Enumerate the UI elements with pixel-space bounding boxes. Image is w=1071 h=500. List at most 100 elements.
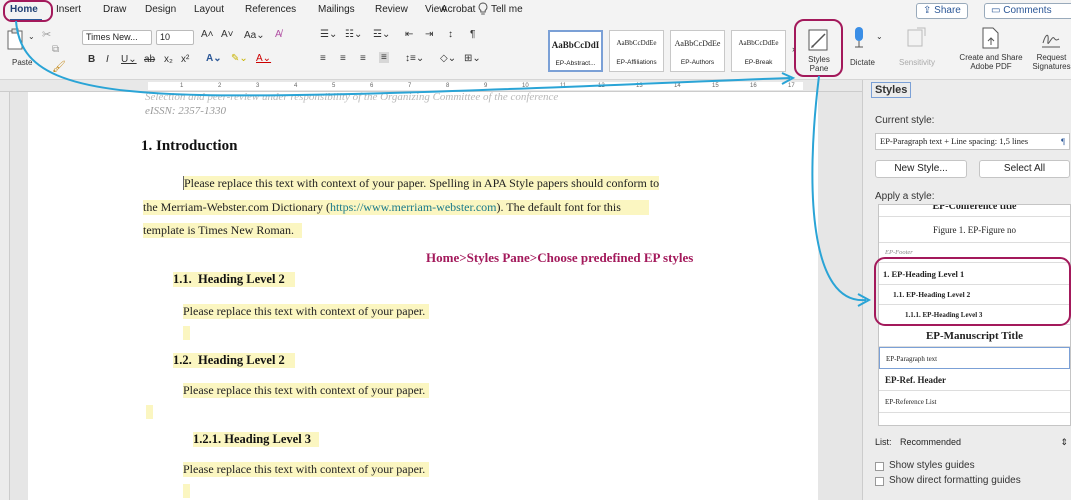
decrease-indent-icon[interactable]: ⇤	[405, 29, 413, 40]
ruler-tick: 8	[446, 83, 450, 89]
dictate-dropdown-chevron-icon[interactable]: ⌄	[876, 32, 883, 41]
format-painter-icon[interactable]: 🖌	[52, 60, 66, 73]
increase-indent-icon[interactable]: ⇥	[425, 29, 433, 40]
vertical-ruler[interactable]	[0, 92, 10, 500]
styles-pane-button[interactable]: Styles Pane	[800, 26, 838, 76]
style-item-manuscript-title[interactable]: EP-Manuscript Title	[879, 325, 1070, 347]
show-styles-guides-checkbox[interactable]	[875, 462, 884, 471]
paste-icon[interactable]	[6, 27, 28, 53]
styles-pane-icon	[808, 29, 828, 51]
instruction-annotation: Home>Styles Pane>Choose predefined EP st…	[426, 250, 694, 265]
tab-tell-me[interactable]: Tell me	[491, 4, 523, 15]
borders-icon[interactable]: ⊞⌄	[464, 53, 481, 64]
style-item-heading-level-1[interactable]: 1. EP-Heading Level 1	[879, 263, 1070, 285]
sensitivity-icon[interactable]	[905, 26, 927, 50]
superscript-icon[interactable]: x²	[181, 54, 189, 65]
style-list[interactable]: EP-Conference title Figure 1. EP-Figure …	[878, 204, 1071, 426]
microphone-icon[interactable]	[852, 26, 866, 50]
tab-references[interactable]: References	[245, 4, 296, 15]
heading-level-3: 1.2.1. Heading Level 3	[193, 432, 320, 447]
multilevel-list-icon[interactable]: ☲⌄	[373, 29, 390, 40]
tab-insert[interactable]: Insert	[56, 4, 81, 15]
sort-icon[interactable]: ↕	[448, 29, 453, 40]
shrink-font-icon[interactable]: A˅	[221, 29, 234, 40]
style-tile-name: EP-Abstract...	[555, 60, 596, 67]
line-spacing-icon[interactable]: ↕≡⌄	[405, 53, 424, 64]
style-item-reference-list[interactable]: EP-Reference List	[879, 391, 1070, 413]
subscript-icon[interactable]: x₂	[164, 54, 173, 65]
tab-mailings[interactable]: Mailings	[318, 4, 355, 15]
font-size-select[interactable]: 10	[156, 30, 194, 45]
style-tile-authors[interactable]: AaBbCcDdEe EP-Authors	[670, 30, 725, 72]
ruler-tick: 1	[180, 83, 184, 89]
italic-icon[interactable]: I	[106, 54, 109, 65]
grow-font-icon[interactable]: A˄	[201, 29, 214, 40]
style-tile-name: EP-Affiliations	[616, 59, 657, 66]
strikethrough-icon[interactable]: ab	[144, 54, 155, 65]
paragraph-line: the Merriam-Webster.com Dictionary (http…	[143, 200, 649, 215]
style-tile-name: EP-Authors	[680, 59, 715, 66]
style-tile-break[interactable]: AaBbCcDdEe EP-Break	[731, 30, 786, 72]
highlight-color-icon[interactable]: ✎⌄	[231, 53, 248, 64]
paste-dropdown-chevron-icon[interactable]: ⌄	[28, 32, 35, 41]
empty-paragraph-highlight	[146, 405, 153, 419]
style-tile-sample: AaBbCcDdEe	[738, 39, 779, 47]
cut-icon[interactable]: ✂	[42, 28, 51, 41]
request-signatures-icon[interactable]	[1040, 28, 1062, 50]
list-filter-select[interactable]: List: Recommended ⇕	[875, 435, 1070, 449]
current-style-field[interactable]: EP-Paragraph text + Line spacing: 1,5 li…	[875, 133, 1070, 150]
show-direct-formatting-checkbox[interactable]	[875, 477, 884, 486]
paste-label: Paste	[12, 58, 33, 67]
clear-formatting-icon[interactable]: A̸	[275, 29, 282, 40]
paragraph-line: template is Times New Roman.	[143, 223, 302, 238]
font-color-icon[interactable]: A⌄	[256, 53, 271, 64]
font-name-select[interactable]: Times New...	[82, 30, 152, 45]
body-paragraph: Please replace this text with context of…	[183, 304, 430, 319]
numbering-icon[interactable]: ☷⌄	[345, 29, 362, 40]
tab-draw[interactable]: Draw	[103, 4, 126, 15]
change-case-icon[interactable]: Aa⌄	[244, 30, 265, 41]
align-right-icon[interactable]: ≡	[360, 53, 366, 64]
adobe-pdf-icon[interactable]	[980, 26, 1000, 50]
bullets-icon[interactable]: ☰⌄	[320, 29, 337, 40]
empty-paragraph-highlight	[183, 484, 190, 498]
style-item-footer[interactable]: EP-Footer	[879, 243, 1070, 263]
align-left-icon[interactable]: ≡	[320, 53, 326, 64]
document-page[interactable]: Selection and peer-review under responsi…	[28, 91, 818, 500]
style-item-ref-header[interactable]: EP-Ref. Header	[879, 369, 1070, 391]
sensitivity-label: Sensitivity	[899, 58, 936, 67]
select-all-button[interactable]: Select All	[979, 160, 1070, 178]
pilcrow-icon: ¶	[1061, 136, 1065, 146]
gallery-more-chevron-icon[interactable]: ›	[792, 44, 795, 54]
tab-design[interactable]: Design	[145, 4, 176, 15]
style-tile-affiliations[interactable]: AaBbCcDdEe EP-Affiliations	[609, 30, 664, 72]
style-tile-abstract[interactable]: AaBbCcDdI EP-Abstract...	[548, 30, 603, 72]
tab-layout[interactable]: Layout	[194, 4, 224, 15]
align-center-icon[interactable]: ≡	[340, 53, 346, 64]
copy-icon[interactable]: ⧉	[52, 44, 59, 55]
tab-acrobat[interactable]: Acrobat	[441, 4, 475, 15]
justify-icon[interactable]: ≡	[379, 52, 389, 63]
style-item-paragraph-text[interactable]: EP-Paragraph text	[879, 347, 1070, 369]
share-button[interactable]: ⇪ Share	[916, 3, 968, 19]
styles-pane-label: Styles Pane	[808, 55, 830, 73]
shading-icon[interactable]: ◇⌄	[440, 53, 456, 64]
show-formatting-marks-icon[interactable]: ¶	[470, 29, 475, 40]
comments-button[interactable]: ▭ Comments	[984, 3, 1071, 19]
heading-level-2: 1.2. Heading Level 2	[173, 353, 295, 368]
ribbon-tab-bar: Home Insert Draw Design Layout Reference…	[0, 0, 1071, 22]
tab-review[interactable]: Review	[375, 4, 408, 15]
ruler-writable-area	[148, 82, 803, 90]
style-item-heading-level-2[interactable]: 1.1. EP-Heading Level 2	[879, 285, 1070, 305]
ruler-tick: 15	[712, 83, 719, 89]
merriam-webster-link[interactable]: https://www.merriam-webster.com	[330, 200, 497, 214]
style-item-figure-no[interactable]: Figure 1. EP-Figure no	[879, 217, 1070, 243]
style-tile-sample: AaBbCcDdI	[551, 40, 600, 50]
style-item-conference-title[interactable]: EP-Conference title	[879, 205, 1070, 217]
tab-home[interactable]: Home	[10, 4, 38, 15]
style-item-heading-level-3[interactable]: 1.1.1. EP-Heading Level 3	[879, 305, 1070, 325]
underline-icon[interactable]: U⌄	[121, 54, 137, 65]
bold-icon[interactable]: B	[88, 54, 95, 65]
text-effects-icon[interactable]: A⌄	[206, 53, 222, 64]
new-style-button[interactable]: New Style...	[875, 160, 967, 178]
